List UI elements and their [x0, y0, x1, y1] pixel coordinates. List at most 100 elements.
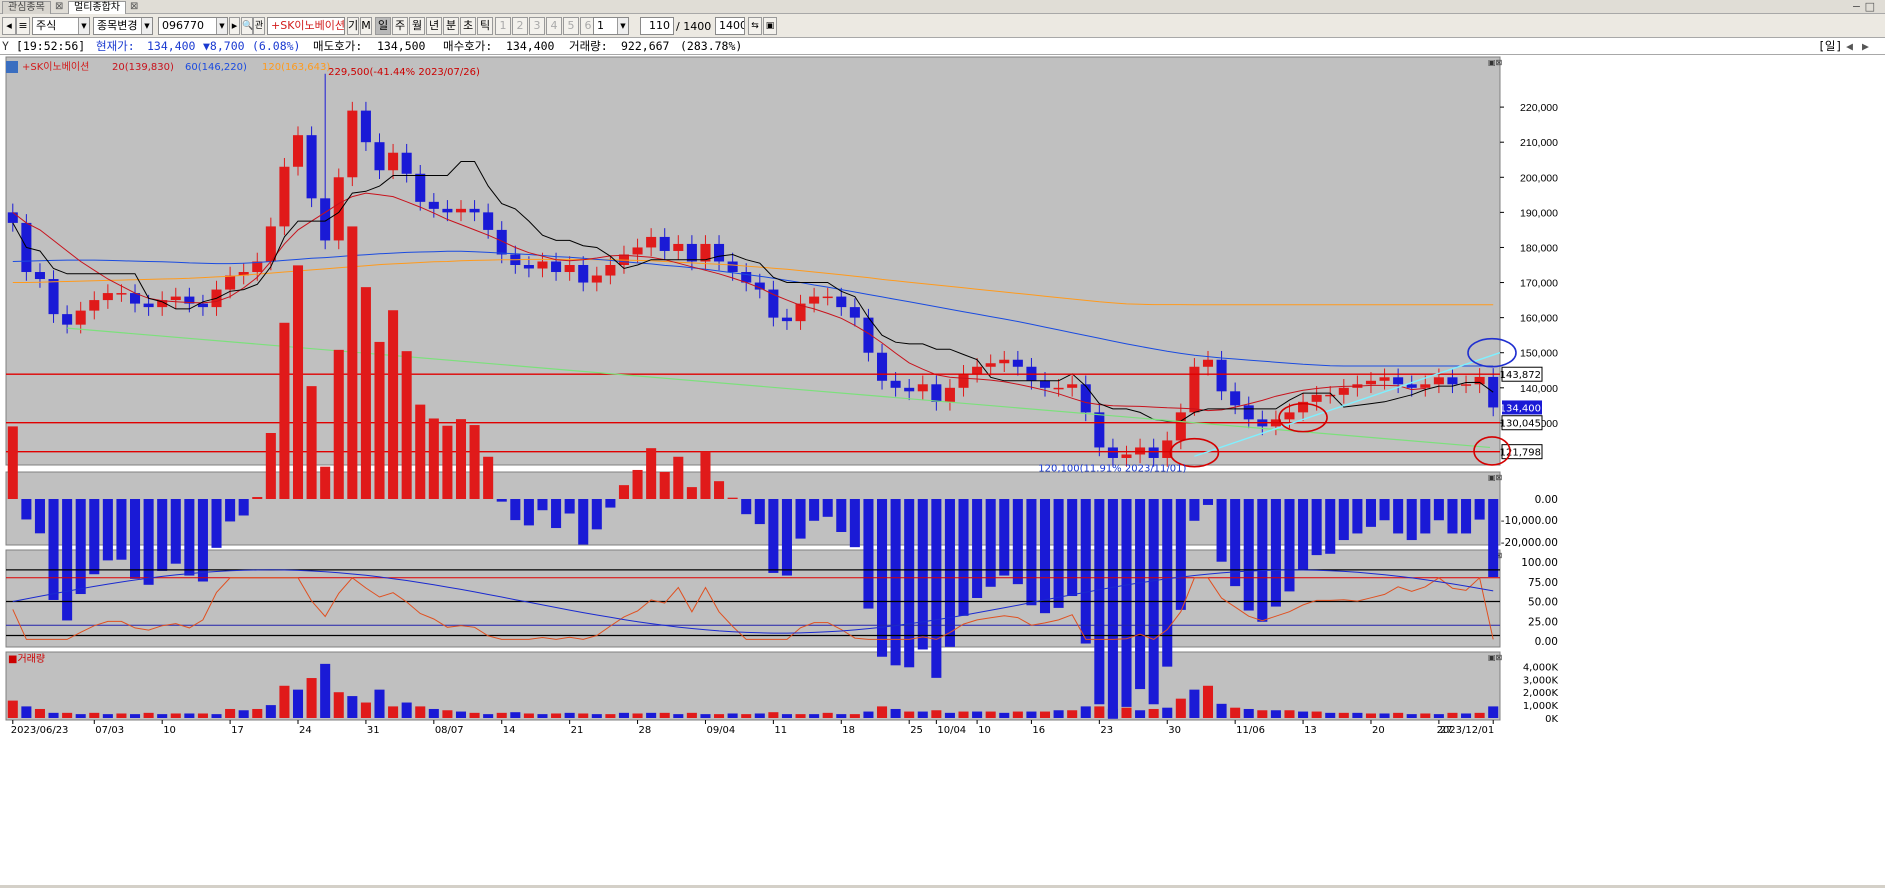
- volume-bar: [944, 712, 955, 718]
- search-icon[interactable]: 🔍: [241, 17, 253, 35]
- macd-bar: [374, 341, 385, 499]
- macd-bar: [265, 433, 276, 499]
- stock-code-input[interactable]: 096770 ▼: [158, 17, 228, 35]
- candle: [1230, 391, 1241, 406]
- macd-bar: [890, 499, 901, 666]
- tab-multichart[interactable]: 멀티종합차: [68, 1, 126, 14]
- volume-bar: [1202, 685, 1214, 718]
- volume-bar: [1189, 689, 1200, 718]
- candle: [34, 272, 45, 280]
- volume-legend: ■거래량: [8, 653, 45, 665]
- macd-bar: [1080, 499, 1091, 644]
- chart-svg[interactable]: ▣⊠▣⊠▣⊠▣⊠220,000210,000200,000190,000180,…: [0, 55, 1885, 885]
- close-icon[interactable]: ⊠: [130, 1, 138, 12]
- x-tick-label: 14: [503, 725, 516, 736]
- macd-bar: [551, 499, 562, 529]
- save-icon[interactable]: ▣: [763, 17, 777, 35]
- interval-1-button[interactable]: 1: [495, 17, 511, 35]
- macd-bar: [1175, 499, 1186, 610]
- macd-bar: [1325, 499, 1336, 554]
- candle: [714, 243, 725, 262]
- volume-bar: [116, 713, 127, 718]
- volume-bar: [727, 713, 738, 718]
- volume-bar: [1379, 713, 1390, 718]
- volume-bar: [1284, 710, 1295, 718]
- total-count-input[interactable]: 1400: [715, 17, 745, 35]
- candle: [822, 296, 833, 299]
- candle: [1420, 384, 1431, 388]
- volume-bar: [1352, 712, 1363, 718]
- candle: [1216, 359, 1227, 392]
- count-stepper[interactable]: 110: [640, 17, 674, 35]
- period-3-button[interactable]: 년: [426, 17, 442, 35]
- interval-select[interactable]: 1 ▼: [593, 17, 629, 35]
- macd-bar: [1379, 499, 1390, 521]
- interval-2-button[interactable]: 2: [512, 17, 528, 35]
- candle: [374, 142, 385, 171]
- collapse-icon[interactable]: ◀: [1846, 38, 1853, 54]
- macd-bar: [252, 497, 263, 499]
- menu-icon[interactable]: Y: [2, 38, 9, 54]
- stoch-tick-label: 0.00: [1535, 636, 1558, 648]
- period-2-button[interactable]: 월: [409, 17, 425, 35]
- volume-bar: [89, 712, 100, 718]
- expand-icon[interactable]: ▶: [1862, 38, 1869, 54]
- candle: [306, 135, 317, 199]
- candle: [347, 110, 358, 178]
- list-icon[interactable]: ≡: [16, 17, 30, 35]
- apply-icon[interactable]: ⇆: [748, 17, 762, 35]
- macd-bar: [415, 404, 426, 499]
- candle: [89, 300, 100, 311]
- candle: [102, 293, 113, 301]
- interval-5-button[interactable]: 5: [563, 17, 579, 35]
- candle: [1461, 384, 1472, 386]
- tab-label: 멀티종합차: [74, 2, 120, 13]
- macd-bar: [1474, 499, 1485, 520]
- macd-bar: [591, 499, 602, 530]
- x-tick-label: 10: [163, 725, 176, 736]
- period-1-button[interactable]: 주: [392, 17, 408, 35]
- candle: [116, 293, 127, 295]
- memo-button[interactable]: M: [360, 17, 372, 35]
- macd-bar: [972, 499, 983, 598]
- next-icon[interactable]: ▸: [229, 17, 240, 35]
- panel-close-icon: ▣⊠: [1488, 653, 1502, 662]
- close-icon[interactable]: ⊠: [55, 1, 63, 12]
- market-select[interactable]: 주식 ▼: [32, 17, 90, 35]
- volume-bar: [917, 711, 928, 718]
- macd-bar: [863, 499, 874, 609]
- change-stock-select[interactable]: 종목변경 ▼: [93, 17, 153, 35]
- multi-chart[interactable]: ▣⊠▣⊠▣⊠▣⊠220,000210,000200,000190,000180,…: [0, 55, 1885, 885]
- volume-bar: [1107, 708, 1118, 718]
- macd-bar: [320, 466, 331, 499]
- candle: [632, 247, 643, 255]
- period-5-button[interactable]: 초: [460, 17, 476, 35]
- volume-bar: [1433, 714, 1444, 718]
- tab-watchlist[interactable]: 관심종목: [2, 1, 51, 14]
- period-0-button[interactable]: 일: [375, 17, 391, 35]
- price-tick-label: 160,000: [1520, 313, 1558, 325]
- window-min-icon[interactable]: − □: [1852, 0, 1875, 13]
- volume-bar: [564, 712, 575, 718]
- volume-bar: [1270, 710, 1281, 718]
- info-button[interactable]: 기: [347, 17, 359, 35]
- macd-bar: [238, 499, 249, 516]
- macd-bar: [1230, 499, 1241, 587]
- macd-bar: [279, 322, 290, 499]
- last-price-label: 134,400: [1500, 403, 1541, 414]
- macd-bar: [944, 499, 955, 647]
- macd-bar: [1107, 499, 1118, 719]
- interval-4-button[interactable]: 4: [546, 17, 562, 35]
- related-icon[interactable]: 관: [253, 17, 265, 35]
- volume-bar: [972, 711, 983, 718]
- ask-label: 매도호가:: [313, 39, 363, 53]
- prev-stock-icon[interactable]: ◂: [2, 17, 16, 35]
- interval-3-button[interactable]: 3: [529, 17, 545, 35]
- period-4-button[interactable]: 분: [443, 17, 459, 35]
- volume-bar: [1080, 706, 1091, 718]
- candle: [62, 314, 73, 325]
- macd-bar: [401, 351, 412, 499]
- candle: [1311, 394, 1322, 402]
- candle: [415, 173, 426, 202]
- period-6-button[interactable]: 틱: [477, 17, 493, 35]
